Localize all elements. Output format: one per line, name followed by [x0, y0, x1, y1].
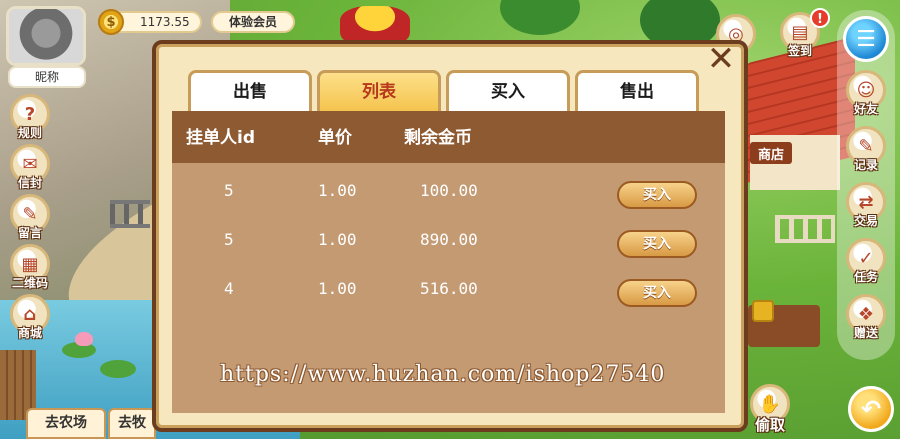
col-remaining: 剩余金币	[404, 128, 472, 148]
watermark-url: https://www.huzhan.com/ishop27540	[220, 362, 666, 387]
message-label: 留言	[17, 226, 42, 240]
steal-button[interactable]: ✋ 偷取	[746, 384, 794, 434]
store-button[interactable]: ⌂ 商城	[6, 294, 54, 342]
close-icon[interactable]: ✕	[704, 42, 738, 76]
qrcode-label: 二维码	[11, 276, 48, 290]
record-button[interactable]: ✎ 记录	[842, 126, 890, 174]
table-header: 挂单人id 单价 剩余金币	[172, 111, 725, 163]
buy-button[interactable]: 买入	[617, 181, 697, 209]
row-price: 1.00	[318, 279, 357, 298]
col-price: 单价	[318, 128, 352, 148]
row-remaining: 516.00	[420, 279, 478, 298]
store-label: 商城	[17, 326, 42, 340]
gift-button[interactable]: ❖ 赠送	[842, 294, 890, 342]
record-label: 记录	[853, 158, 878, 172]
tab-sold[interactable]: 售出	[575, 70, 699, 113]
checkin-label: 签到	[787, 44, 812, 58]
col-seller-id: 挂单人id	[186, 128, 255, 148]
menu-icon[interactable]: ☰	[843, 16, 889, 62]
lotus-flower	[75, 332, 93, 346]
row-seller-id: 5	[224, 181, 234, 200]
coin-icon: $	[98, 9, 124, 35]
tab-list[interactable]: 列表	[317, 70, 441, 113]
steal-label: 偷取	[754, 416, 785, 434]
avatar[interactable]	[6, 6, 86, 66]
gift-label: 赠送	[853, 326, 878, 340]
tab-sell[interactable]: 出售	[188, 70, 312, 113]
tab-buy[interactable]: 买入	[446, 70, 570, 113]
trade-label: 交易	[853, 214, 878, 228]
rules-button[interactable]: ? 规则	[6, 94, 54, 142]
message-button[interactable]: ✎ 留言	[6, 194, 54, 242]
lock-icon	[752, 300, 774, 322]
mail-button[interactable]: ✉ 信封	[6, 144, 54, 192]
lilypad	[100, 360, 136, 378]
fence	[110, 200, 150, 228]
go-ranch-button[interactable]: 去牧	[108, 408, 156, 439]
vip-badge[interactable]: 体验会员	[211, 11, 295, 33]
row-remaining: 890.00	[420, 230, 478, 249]
row-seller-id: 4	[224, 279, 234, 298]
row-remaining: 100.00	[420, 181, 478, 200]
trade-button[interactable]: ⇄ 交易	[842, 182, 890, 230]
nickname: 昵称	[8, 66, 86, 88]
go-farm-button[interactable]: 去农场	[26, 408, 106, 439]
task-label: 任务	[853, 270, 878, 284]
row-price: 1.00	[318, 181, 357, 200]
fence	[775, 215, 835, 243]
row-seller-id: 5	[224, 230, 234, 249]
cat-avatar-image	[9, 9, 83, 63]
tree	[500, 0, 580, 35]
friends-label: 好友	[853, 102, 878, 116]
task-button[interactable]: ✓ 任务	[842, 238, 890, 286]
qrcode-button[interactable]: ▦ 二维码	[6, 244, 54, 292]
buy-button[interactable]: 买入	[617, 279, 697, 307]
mail-label: 信封	[17, 176, 42, 190]
friends-button[interactable]: ☺ 好友	[842, 70, 890, 118]
checkin-alert-badge: !	[810, 8, 830, 28]
rules-label: 规则	[17, 126, 42, 140]
treasure-pot	[340, 6, 410, 42]
buy-button[interactable]: 买入	[617, 230, 697, 258]
shop-sign[interactable]: 商店	[750, 142, 792, 164]
row-price: 1.00	[318, 230, 357, 249]
back-button[interactable]: ↶	[848, 386, 894, 432]
